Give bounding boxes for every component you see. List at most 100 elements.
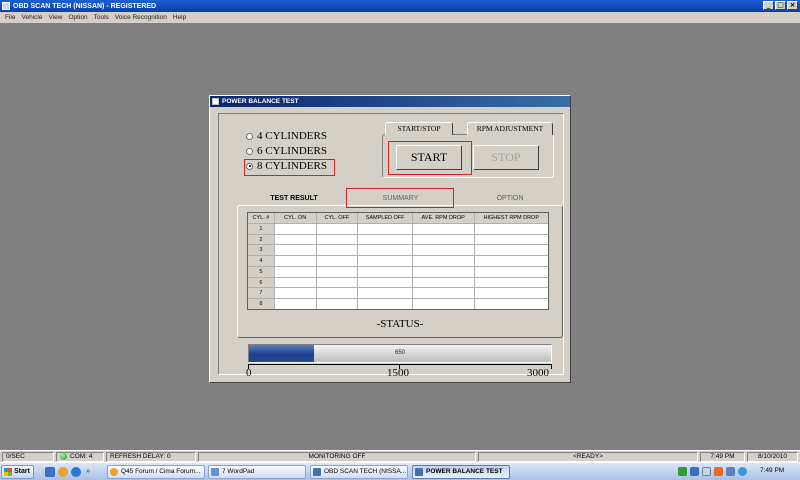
task-label: 7 WordPad [222,468,255,475]
status-date: 8/10/2010 [747,452,798,462]
quick-launch-expand-icon[interactable]: » [86,467,96,477]
close-button[interactable]: × [787,1,798,10]
table-cell [358,223,413,235]
status-refresh: REFRESH DELAY: 0 [106,452,196,462]
radio-label: 8 CYLINDERS [257,160,327,172]
table-cell [474,288,548,299]
table-row[interactable]: 8 [248,299,548,309]
show-desktop-icon[interactable] [45,467,55,477]
table-cell [316,256,359,267]
menu-option[interactable]: Option [65,14,90,21]
table-row[interactable]: 2 [248,234,548,246]
row-label: 5 [248,266,275,278]
table-cell [358,234,413,246]
task-power-balance-test[interactable]: POWER BALANCE TEST [412,465,510,479]
stop-button[interactable]: STOP [473,145,539,170]
rpm-scale-line [248,364,552,365]
row-label: 3 [248,245,275,256]
status-ready: <READY> [478,452,698,462]
table-cell [474,299,548,309]
rpm-gauge: 650 [248,344,552,363]
minimize-button[interactable]: _ [763,1,774,10]
table-row[interactable]: 1 [248,223,548,235]
table-cell [412,256,475,267]
radio-button-selected[interactable] [246,162,253,170]
table-row[interactable]: 3 [248,245,548,256]
status-com-text: COM: 4 [70,453,93,461]
task-wordpad[interactable]: 7 WordPad [208,465,306,479]
column-header: SAMPLED OFF [358,213,413,224]
tray-security-icon[interactable] [690,467,699,476]
dialog-title-bar: POWER BALANCE TEST [210,96,570,107]
tray-monitor-icon[interactable] [726,467,735,476]
table-cell [474,235,548,246]
table-cell [358,277,413,289]
table-cell [412,288,475,299]
status-bar: 0/SEC COM: 4 REFRESH DELAY: 0 MONITORING… [0,450,800,462]
row-label: 1 [248,223,275,235]
row-label: 8 [248,299,275,309]
scale-label-max: 3000 [527,367,549,379]
tab-summary[interactable]: SUMMARY [350,192,451,206]
tray-network-icon[interactable] [678,467,687,476]
tab-option[interactable]: OPTION [465,192,555,206]
tray-app-icon[interactable] [714,467,723,476]
table-row[interactable]: 4 [248,256,548,267]
table-cell [358,266,413,278]
start-button[interactable]: START [396,145,462,170]
table-cell [358,256,413,267]
results-table[interactable]: CYL. # CYL. ON CYL. OFF SAMPLED OFF AVE.… [247,212,549,310]
tray-info-icon[interactable] [738,467,747,476]
radio-4-cylinders[interactable]: 4 CYLINDERS [246,130,327,142]
table-cell [316,234,359,246]
tab-rpm-adjustment[interactable]: RPM ADJUSTMENT [467,122,553,135]
task-forum[interactable]: Q45 Forum / Cima Forum... [107,465,205,479]
menu-view[interactable]: View [45,14,65,21]
table-cell [474,267,548,278]
tab-test-result[interactable]: TEST RESULT [253,192,335,206]
task-label: OBD SCAN TECH (NISSA... [324,468,407,475]
table-row[interactable]: 6 [248,277,548,289]
menu-help[interactable]: Help [170,14,189,21]
table-cell [274,299,317,309]
menu-tools[interactable]: Tools [91,14,112,21]
radio-label: 4 CYLINDERS [257,130,327,142]
radio-6-cylinders[interactable]: 6 CYLINDERS [246,145,327,157]
menu-file[interactable]: File [2,14,18,21]
table-cell [316,266,359,278]
table-cell [474,245,548,256]
table-cell [412,266,475,278]
table-cell [358,299,413,309]
start-button-taskbar[interactable]: Start [1,465,34,479]
table-cell [316,277,359,289]
start-label: Start [14,468,30,475]
tab-start-stop[interactable]: START/STOP [385,122,453,135]
scale-tick [551,364,552,369]
dialog-title: POWER BALANCE TEST [222,98,299,105]
browser-icon[interactable] [58,467,68,477]
scale-label-min: 0 [246,367,252,379]
table-cell [358,288,413,299]
menu-voice-recognition[interactable]: Voice Recognition [112,14,170,21]
task-obd-scan-tech[interactable]: OBD SCAN TECH (NISSA... [310,465,408,479]
table-cell [274,277,317,289]
scale-label-mid: 1500 [387,367,409,379]
table-row[interactable]: 7 [248,288,548,299]
table-cell [274,234,317,246]
row-label: 7 [248,288,275,299]
column-header: HIGHEST RPM DROP [474,213,548,224]
radio-button[interactable] [246,147,253,155]
app-title: OBD SCAN TECH (NISSAN) - REGISTERED [13,2,157,10]
taskbar-clock[interactable]: 7:49 PM [760,467,784,474]
ie-icon[interactable] [71,467,81,477]
table-cell [474,224,548,235]
menu-vehicle[interactable]: Vehicle [18,14,45,21]
task-label: POWER BALANCE TEST [426,468,503,475]
maximize-button[interactable]: □ [775,1,786,10]
tray-volume-icon[interactable] [702,467,711,476]
radio-8-cylinders[interactable]: 8 CYLINDERS [246,160,327,172]
radio-button[interactable] [246,132,253,140]
status-label: -STATUS- [376,318,424,330]
table-cell [316,299,359,309]
table-row[interactable]: 5 [248,266,548,278]
